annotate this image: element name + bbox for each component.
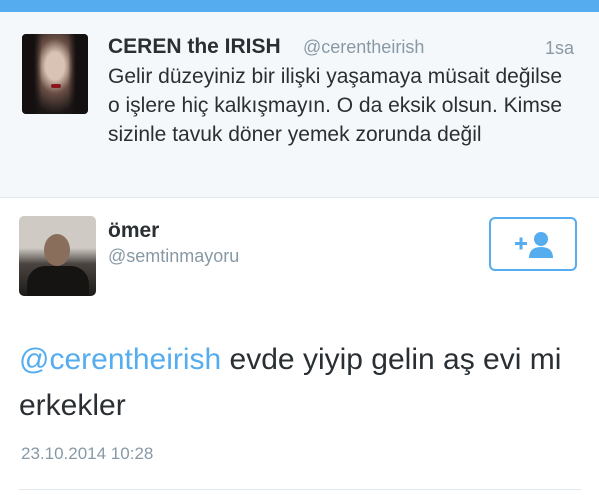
reply-text: @cerentheirish evde yiyip gelin aş evi m… xyxy=(19,337,579,429)
author-handle[interactable]: @cerentheirish xyxy=(303,37,424,58)
reply-author-name[interactable]: ömer xyxy=(108,219,159,243)
tweet-text: Gelir düzeyiniz bir ilişki yaşamaya müsa… xyxy=(108,65,563,146)
tweet-time: 1sa xyxy=(545,38,575,58)
reply-date: 23.10.2014 10:28 xyxy=(21,444,154,463)
follow-button[interactable] xyxy=(489,217,577,271)
top-bar xyxy=(0,0,599,12)
avatar[interactable] xyxy=(22,34,88,114)
add-user-icon xyxy=(515,232,553,258)
reply-author-handle[interactable]: @semtinmayoru xyxy=(108,246,239,267)
avatar[interactable] xyxy=(19,216,96,296)
mention-link[interactable]: @cerentheirish xyxy=(19,343,221,376)
avatar-head xyxy=(44,234,70,266)
divider xyxy=(19,489,581,490)
avatar-body xyxy=(27,266,89,296)
avatar-hair xyxy=(22,34,88,114)
author-name[interactable]: CEREN the IRISH xyxy=(108,35,281,59)
avatar-lips xyxy=(51,84,61,88)
original-tweet[interactable]: CEREN the IRISH @cerentheirish 1sa Gelir… xyxy=(0,12,599,198)
